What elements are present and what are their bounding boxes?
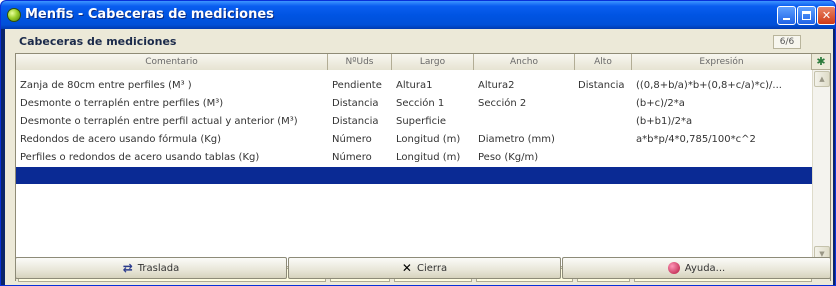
panel-header: Cabeceras de mediciones 6/6 xyxy=(5,29,833,51)
cell-uds: Distancia xyxy=(332,116,379,127)
vertical-scrollbar[interactable]: ▲ ▼ xyxy=(812,70,830,264)
dialog-client: Cabeceras de mediciones 6/6 Comentario N… xyxy=(5,29,833,285)
cierra-label: Cierra xyxy=(416,262,448,274)
cell-uds: Pendiente xyxy=(332,80,382,91)
cell-ancho: Sección 2 xyxy=(478,98,527,109)
cierra-button[interactable]: ✕ Cierra xyxy=(288,257,561,279)
close-window-button[interactable]: ✕ xyxy=(817,6,835,25)
table-row[interactable]: Redondos de acero usando fórmula (Kg) Nú… xyxy=(16,132,812,147)
cell-largo: Longitud (m) xyxy=(396,134,461,145)
col-header-alto[interactable]: Alto xyxy=(575,54,632,70)
minimize-button[interactable] xyxy=(777,6,796,25)
table-row[interactable]: Desmonte o terraplén entre perfil actual… xyxy=(16,114,812,129)
table-row[interactable]: Perfiles o redondos de acero usando tabl… xyxy=(16,150,812,165)
cell-largo: Longitud (m) xyxy=(396,152,461,163)
table-row[interactable]: Desmonte o terraplén entre perfiles (M³)… xyxy=(16,96,812,111)
cell-expresion: (b+b1)/2*a xyxy=(636,116,693,127)
chevron-up-icon: ▲ xyxy=(819,75,825,83)
scroll-up-button[interactable]: ▲ xyxy=(814,71,830,87)
maximize-icon xyxy=(802,11,811,20)
pin-icon[interactable]: ✱ xyxy=(812,54,830,70)
col-header-ancho[interactable]: Ancho xyxy=(474,54,575,70)
cell-largo: Altura1 xyxy=(396,80,433,91)
cell-ancho: Peso (Kg/m) xyxy=(478,152,539,163)
cell-expresion: a*b*p/4*0,785/100*c^2 xyxy=(636,134,756,145)
col-header-comentario[interactable]: Comentario xyxy=(16,54,328,70)
cell-expresion: ((0,8+b/a)*b+(0,8+c/a)*c)/... xyxy=(636,80,782,91)
cell-uds: Distancia xyxy=(332,98,379,109)
cell-uds: Número xyxy=(332,134,372,145)
ayuda-button[interactable]: Ayuda... xyxy=(562,257,831,279)
minimize-icon xyxy=(783,18,790,20)
cell-ancho: Altura2 xyxy=(478,80,515,91)
cell-comentario: Redondos de acero usando fórmula (Kg) xyxy=(20,134,222,145)
cell-ancho: Diametro (mm) xyxy=(478,134,555,145)
cell-comentario: Zanja de 80cm entre perfiles (M³ ) xyxy=(20,80,192,91)
cell-comentario: Desmonte o terraplén entre perfiles (M³) xyxy=(20,98,224,109)
move-icon: ⇄ xyxy=(122,261,133,275)
app-icon xyxy=(7,8,21,22)
traslada-label: Traslada xyxy=(137,262,180,274)
col-header-expresion[interactable]: Expresión xyxy=(632,54,812,70)
close-x-icon: ✕ xyxy=(401,261,412,275)
mediciones-grid: Comentario NºUds Largo Ancho Alto Expres… xyxy=(15,53,831,282)
col-header-largo[interactable]: Largo xyxy=(392,54,474,70)
record-counter: 6/6 xyxy=(773,35,801,49)
traslada-button[interactable]: ⇄ Traslada xyxy=(15,257,287,279)
close-icon: ✕ xyxy=(821,9,832,22)
cell-alto: Distancia xyxy=(578,80,625,91)
panel-title: Cabeceras de mediciones xyxy=(19,35,177,48)
window-title: Menfis - Cabeceras de mediciones xyxy=(25,7,274,22)
cell-comentario: Desmonte o terraplén entre perfil actual… xyxy=(20,116,298,127)
cell-uds: Número xyxy=(332,152,372,163)
cell-largo: Sección 1 xyxy=(396,98,445,109)
table-row[interactable]: Zanja de 80cm entre perfiles (M³ ) Pendi… xyxy=(16,78,812,93)
cell-comentario: Perfiles o redondos de acero usando tabl… xyxy=(20,152,260,163)
ayuda-label: Ayuda... xyxy=(684,262,726,274)
cell-largo: Superficie xyxy=(396,116,447,127)
title-bar[interactable]: Menfis - Cabeceras de mediciones ✕ xyxy=(1,1,835,29)
maximize-button[interactable] xyxy=(797,6,816,25)
help-icon xyxy=(667,262,680,274)
col-header-nuds[interactable]: NºUds xyxy=(328,54,392,70)
grid-header: Comentario NºUds Largo Ancho Alto Expres… xyxy=(16,54,830,70)
app-window: Menfis - Cabeceras de mediciones ✕ Cabec… xyxy=(0,0,836,286)
cell-expresion: (b+c)/2*a xyxy=(636,98,685,109)
table-row-selected[interactable] xyxy=(16,167,812,184)
